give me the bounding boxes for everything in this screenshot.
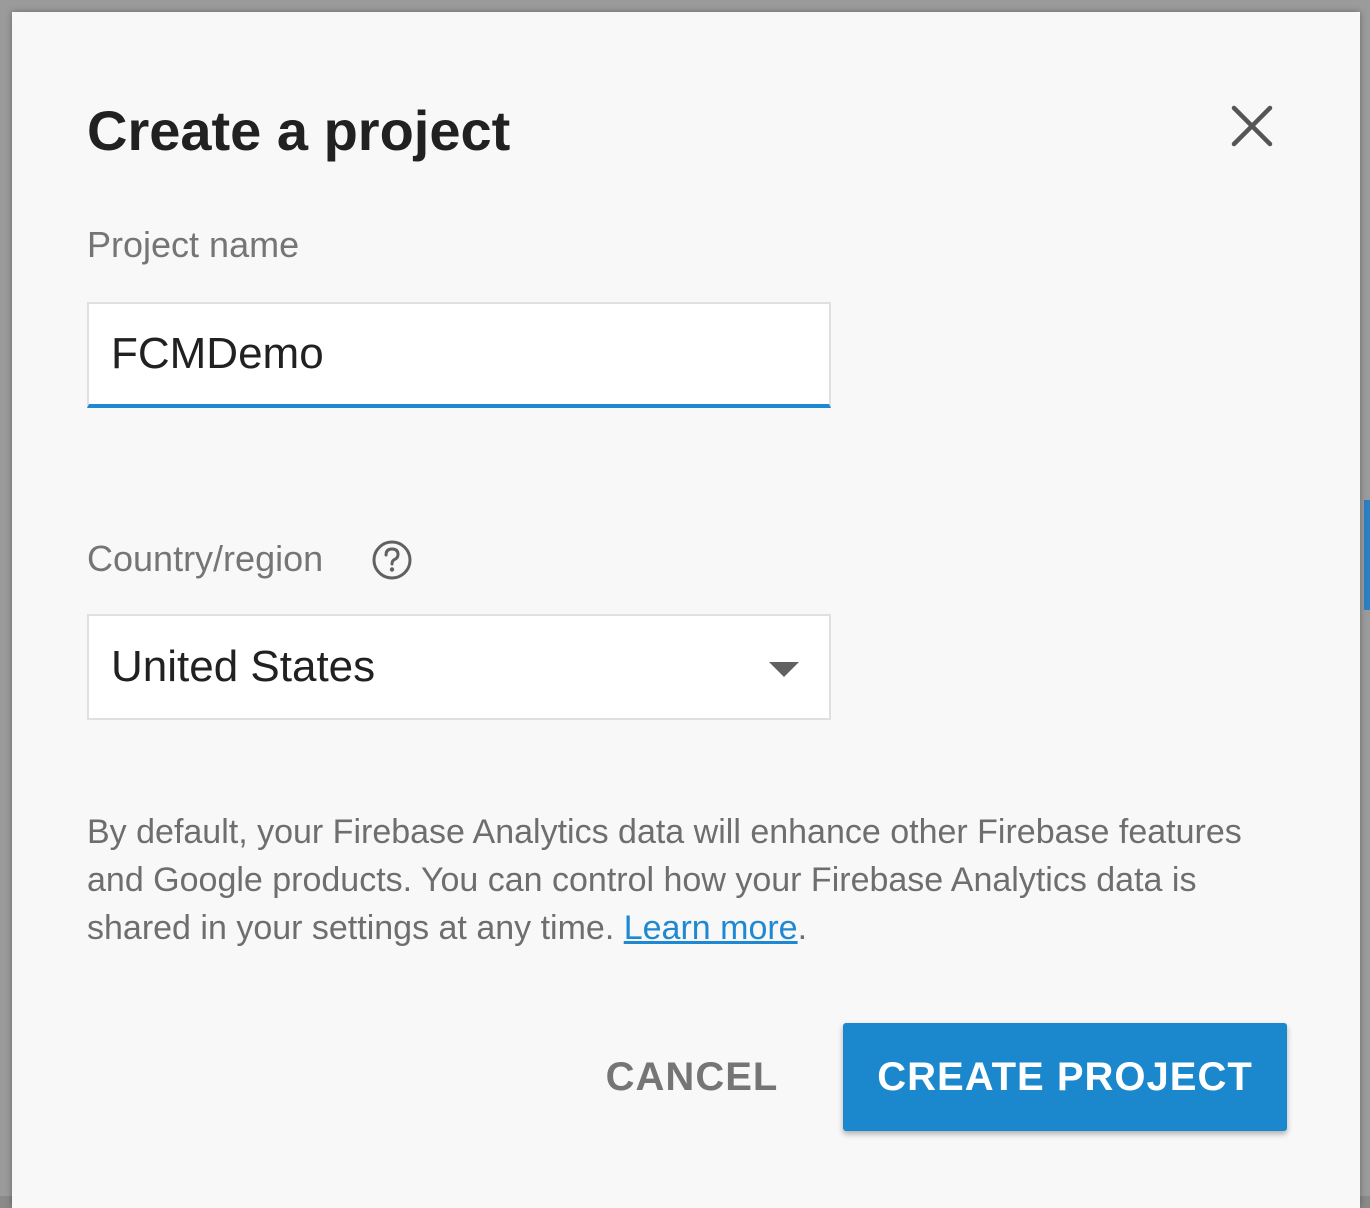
close-icon (1231, 105, 1273, 147)
country-region-label: Country/region (87, 538, 324, 579)
help-button[interactable] (370, 538, 414, 582)
caret-down-icon (769, 662, 799, 677)
country-select[interactable]: United States (87, 614, 831, 720)
country-select-value: United States (111, 642, 376, 691)
backdrop-accent-bar (1364, 500, 1370, 610)
project-name-label: Project name (87, 224, 300, 265)
cancel-button[interactable]: CANCEL (582, 1024, 802, 1130)
disclaimer-trailing: . (797, 909, 808, 947)
project-name-input[interactable] (87, 302, 831, 408)
close-button[interactable] (1222, 96, 1282, 156)
help-circle-icon (372, 540, 412, 580)
create-project-dialog: Create a project Project name Country/re… (12, 12, 1360, 1208)
learn-more-link[interactable]: Learn more (624, 909, 798, 947)
analytics-disclaimer: By default, your Firebase Analytics data… (87, 808, 1297, 952)
dialog-title: Create a project (87, 99, 511, 162)
create-project-button[interactable]: CREATE PROJECT (843, 1023, 1287, 1131)
